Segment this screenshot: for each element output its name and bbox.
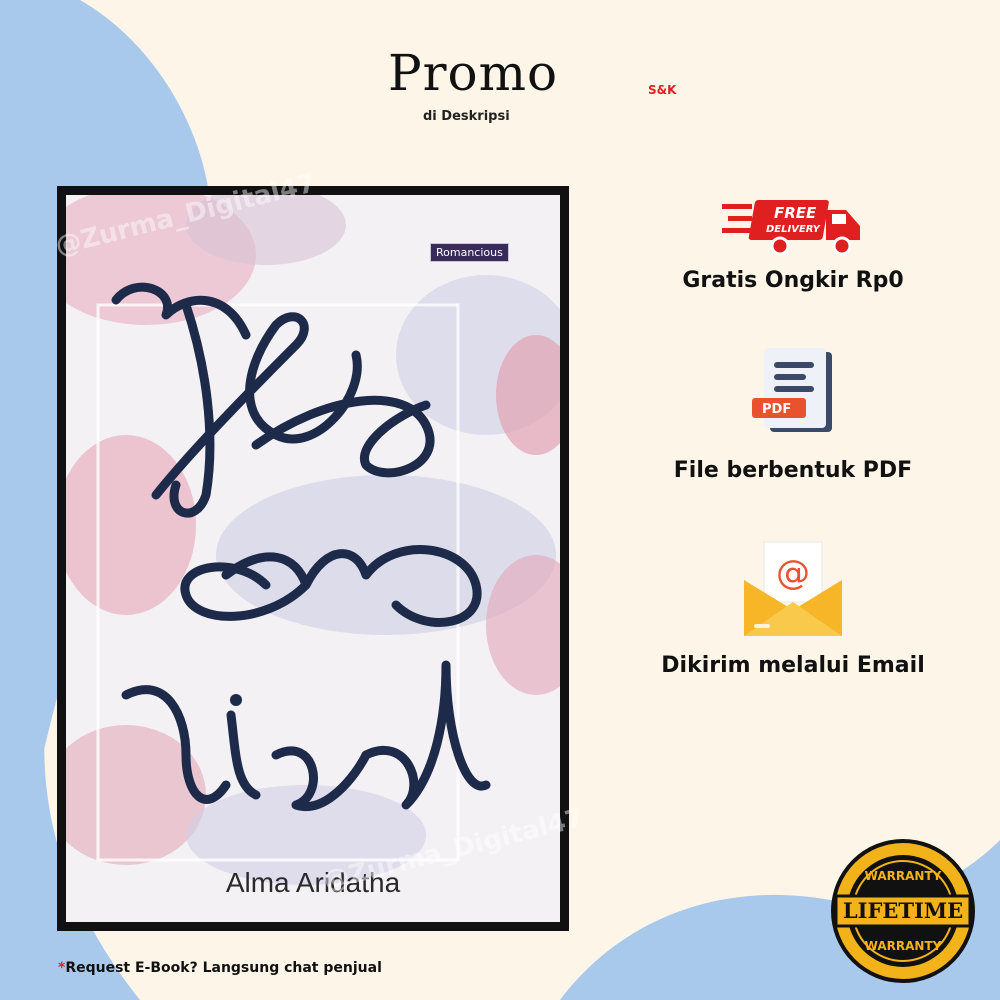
lifetime-warranty-badge-icon: WARRANTY LIFETIME WARRANTY xyxy=(831,839,975,983)
svg-text:@: @ xyxy=(776,553,810,593)
badge-top-text: WARRANTY xyxy=(865,869,942,883)
terms-label: S&K xyxy=(648,83,677,97)
feature-free-shipping: Gratis Ongkir Rp0 xyxy=(682,268,904,293)
email-envelope-icon: @ xyxy=(744,541,842,636)
pdf-file-icon: PDF xyxy=(752,348,832,432)
feature-pdf-file: File berbentuk PDF xyxy=(673,458,913,483)
free-delivery-truck-icon: FREE DELIVERY xyxy=(722,200,860,256)
free-text: FREE xyxy=(774,204,817,222)
delivery-text: DELIVERY xyxy=(766,224,822,235)
badge-bottom-text: WARRANTY xyxy=(865,939,942,953)
request-ebook-text: Request E-Book? Langsung chat penjual xyxy=(65,960,382,976)
cover-artwork xyxy=(66,195,560,885)
publisher-logo: Romancious xyxy=(430,243,509,262)
book-cover[interactable]: Romancious Alma Aridatha xyxy=(66,195,560,922)
feature-email-delivery: Dikirim melalui Email xyxy=(661,653,925,678)
promo-title: Promo xyxy=(388,44,559,102)
pdf-tag-text: PDF xyxy=(762,402,791,417)
book-author: Alma Aridatha xyxy=(225,867,401,898)
badge-center-text: LIFETIME xyxy=(843,898,963,923)
request-ebook-note: *Request E-Book? Langsung chat penjual xyxy=(58,960,382,976)
promo-subtitle: di Deskripsi xyxy=(423,109,510,124)
